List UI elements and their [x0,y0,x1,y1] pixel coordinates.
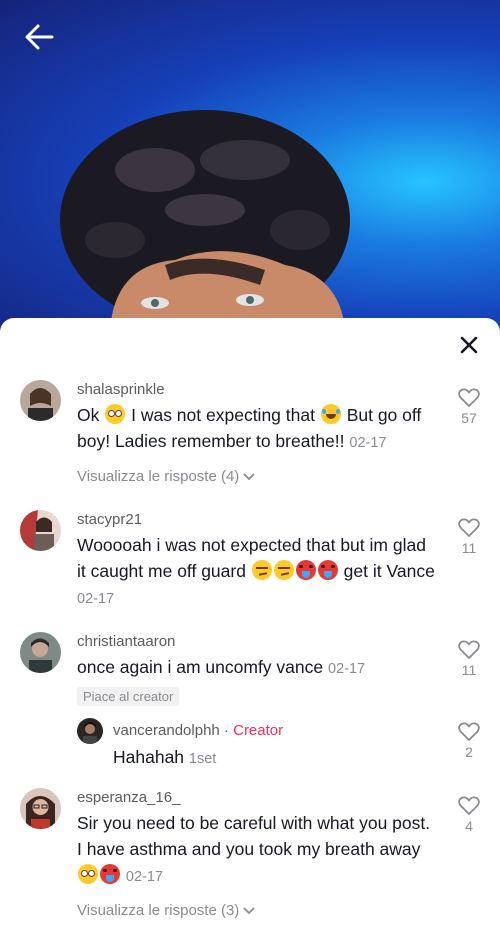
reply-username-row: vancerandolphh · Creator [113,722,283,739]
comment-username[interactable]: christiantaaron [77,633,175,650]
like-count: 2 [465,744,473,760]
like-button[interactable]: 2 [455,722,483,760]
comment-text-part: Sir you need to be careful with what you… [77,813,431,859]
comment-date: 02-17 [349,435,387,451]
like-button[interactable]: 11 [455,518,483,556]
hot-face-emoji-icon [100,864,120,884]
smirking-emoji-icon [251,560,272,580]
comment-text-part: once again i am uncomfy vance [77,657,324,677]
comment-date: 02-17 [328,661,366,677]
close-icon[interactable] [458,334,480,356]
flushed-emoji-icon [78,864,98,884]
reply-username[interactable]: vancerandolphh [113,722,220,739]
like-count: 11 [461,540,477,556]
heart-outline-icon [458,640,480,659]
comment-username[interactable]: stacypr21 [77,511,142,528]
heart-outline-icon [458,388,480,407]
arrow-left-icon[interactable] [22,20,56,54]
video-preview[interactable] [0,0,500,330]
comment-text: once again i am uncomfy vance 02-17 [77,654,437,682]
comment-date: 02-17 [125,869,163,885]
like-count: 11 [461,662,477,678]
view-replies-button[interactable]: Visualizza le risposte (3) [77,902,256,919]
avatar[interactable] [20,380,61,421]
comment-username[interactable]: esperanza_16_ [77,789,180,806]
avatar[interactable] [77,718,103,744]
view-replies-button[interactable]: Visualizza le risposte (4) [77,468,256,485]
like-count: 57 [461,410,477,426]
comment-text: Ok I was not expecting that But go off b… [77,402,437,456]
comment-text: Wooooah i was not expected that but im g… [77,532,437,612]
chevron-down-icon [243,473,255,481]
heart-outline-icon [458,722,480,741]
heart-outline-icon [458,796,480,815]
comment-text: Sir you need to be careful with what you… [77,810,437,890]
avatar[interactable] [20,788,61,829]
creator-badge: Creator [233,722,284,739]
like-button[interactable]: 4 [455,796,483,834]
like-count: 4 [465,818,473,834]
reply-text: Hahahah 1set [113,744,473,772]
hot-face-emoji-icon [317,560,338,580]
flushed-emoji-icon [105,404,126,424]
separator-dot: · [219,722,234,739]
like-button[interactable]: 57 [455,388,483,426]
video-frame-person [60,110,350,330]
view-replies-label: Visualizza le risposte (3) [77,902,240,919]
comment-text-part: I was not expecting that [126,405,320,425]
comment-date: 02-17 [77,591,115,607]
view-replies-label: Visualizza le risposte (4) [77,468,240,485]
reply-date: 1set [188,751,217,767]
comments-sheet: shalasprinkle Ok I was not expecting tha… [0,318,500,926]
liked-by-creator-badge: Piace al creator [77,687,180,706]
laughing-emoji-icon [320,404,341,424]
hot-face-emoji-icon [295,560,316,580]
comment-text-part: get it Vance [338,561,435,581]
smirking-emoji-icon [273,560,294,580]
heart-outline-icon [458,518,480,537]
avatar[interactable] [20,632,61,673]
comment-username[interactable]: shalasprinkle [77,381,165,398]
reply-text-part: Hahahah [113,747,185,767]
chevron-down-icon [243,907,255,915]
avatar[interactable] [20,510,61,551]
comment-text-part: Ok [77,405,105,425]
like-button[interactable]: 11 [455,640,483,678]
